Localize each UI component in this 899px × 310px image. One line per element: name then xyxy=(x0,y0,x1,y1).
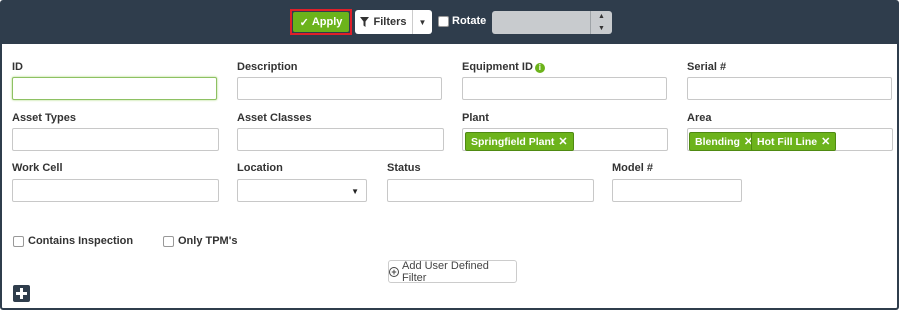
description-label: Description xyxy=(237,61,298,73)
funnel-icon xyxy=(360,17,370,27)
location-label: Location xyxy=(237,162,283,174)
area-tag-label: Blending xyxy=(695,135,740,148)
add-user-defined-filter-label: Add User Defined Filter xyxy=(401,259,489,284)
area-tag: Hot Fill Line ✕ xyxy=(751,132,837,151)
contains-inspection-label: Contains Inspection xyxy=(28,235,134,247)
plus-icon xyxy=(16,288,27,299)
contains-inspection-checkbox[interactable] xyxy=(13,235,24,247)
location-select[interactable]: ▼ xyxy=(237,179,367,202)
id-label: ID xyxy=(12,61,23,73)
plant-tag: Springfield Plant ✕ xyxy=(465,132,574,151)
caret-down-icon: ▼ xyxy=(351,187,359,196)
filters-dropdown-toggle[interactable]: ▼ xyxy=(413,18,432,27)
id-input[interactable] xyxy=(12,77,217,100)
equipment-id-label: Equipment ID xyxy=(462,61,533,73)
description-input[interactable] xyxy=(237,77,442,100)
model-label: Model # xyxy=(612,162,653,174)
asset-classes-label: Asset Classes xyxy=(237,112,312,124)
asset-types-label: Asset Types xyxy=(12,112,76,124)
spin-down-icon[interactable]: ▼ xyxy=(598,25,605,32)
only-tpm-option[interactable]: Only TPM's xyxy=(163,235,237,247)
apply-button[interactable]: ✓ Apply xyxy=(293,12,349,32)
rotate-checkbox[interactable] xyxy=(438,15,449,27)
spinner-buttons: ▲ ▼ xyxy=(590,11,612,34)
plus-circle-icon: + xyxy=(389,266,399,277)
equipment-id-label-group: Equipment ID i xyxy=(462,61,545,73)
filters-label: Filters xyxy=(373,16,407,28)
apply-highlight: ✓ Apply xyxy=(290,9,352,35)
rotate-interval-spinner[interactable]: ▲ ▼ xyxy=(492,11,612,34)
asset-classes-input[interactable] xyxy=(237,128,444,151)
status-input[interactable] xyxy=(387,179,594,202)
area-input[interactable]: Blending ✕ Hot Fill Line ✕ xyxy=(687,128,893,151)
info-icon[interactable]: i xyxy=(534,63,545,73)
filter-toolbar: ✓ Apply Filters ▼ Rotate ▲ ▼ xyxy=(2,2,897,44)
area-tag-label: Hot Fill Line xyxy=(757,135,818,148)
work-cell-label: Work Cell xyxy=(12,162,63,174)
filters-button[interactable]: Filters xyxy=(355,10,413,34)
check-icon: ✓ xyxy=(299,16,309,29)
equipment-id-input[interactable] xyxy=(462,77,667,100)
serial-input[interactable] xyxy=(687,77,892,100)
add-filter-button[interactable] xyxy=(13,285,30,302)
only-tpm-checkbox[interactable] xyxy=(163,235,174,247)
serial-label: Serial # xyxy=(687,61,727,73)
caret-down-icon: ▼ xyxy=(418,17,427,27)
plant-input[interactable]: Springfield Plant ✕ xyxy=(462,128,668,151)
spin-up-icon[interactable]: ▲ xyxy=(598,13,605,20)
apply-label: Apply xyxy=(311,16,343,28)
area-tag: Blending ✕ xyxy=(689,132,760,151)
area-label: Area xyxy=(687,112,712,124)
plant-label: Plant xyxy=(462,112,489,124)
only-tpm-label: Only TPM's xyxy=(178,235,238,247)
work-cell-input[interactable] xyxy=(12,179,219,202)
asset-types-input[interactable] xyxy=(12,128,219,151)
remove-tag-icon[interactable]: ✕ xyxy=(821,135,830,148)
filters-button-group: Filters ▼ xyxy=(355,10,432,34)
status-label: Status xyxy=(387,162,421,174)
contains-inspection-option[interactable]: Contains Inspection xyxy=(13,235,133,247)
rotate-toggle[interactable]: Rotate xyxy=(438,15,486,27)
add-user-defined-filter-button[interactable]: + Add User Defined Filter xyxy=(388,259,517,284)
remove-tag-icon[interactable]: ✕ xyxy=(558,135,567,148)
model-input[interactable] xyxy=(612,179,742,202)
plant-tag-label: Springfield Plant xyxy=(471,135,555,148)
filter-panel: ✓ Apply Filters ▼ Rotate ▲ ▼ ID Descript… xyxy=(0,0,899,310)
rotate-label: Rotate xyxy=(452,15,487,27)
